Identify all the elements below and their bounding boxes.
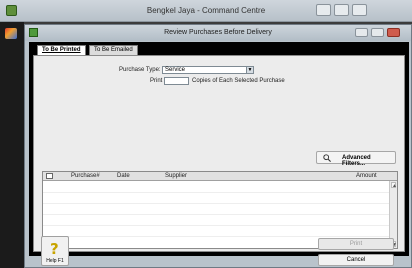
app-sidebar bbox=[0, 22, 24, 268]
close-icon[interactable] bbox=[352, 4, 367, 16]
scroll-up-icon[interactable]: ▲ bbox=[391, 182, 397, 189]
tab-to-be-emailed[interactable]: To Be Emailed bbox=[89, 45, 138, 55]
dialog-minimize-icon[interactable] bbox=[355, 28, 368, 37]
cancel-button[interactable]: Cancel bbox=[318, 254, 394, 266]
table-row-divider bbox=[43, 192, 389, 193]
column-header-purchase[interactable]: Purchase# bbox=[71, 173, 100, 179]
table-row-divider bbox=[43, 236, 389, 237]
purchase-type-label: Purchase Type: bbox=[119, 67, 161, 73]
table-row-divider bbox=[43, 203, 389, 204]
magnifier-icon bbox=[323, 154, 331, 162]
dialog-title-bar[interactable]: Review Purchases Before Delivery bbox=[25, 25, 411, 41]
dialog-title: Review Purchases Before Delivery bbox=[164, 29, 272, 36]
review-purchases-dialog: Review Purchases Before Delivery To Be P… bbox=[24, 24, 412, 268]
chevron-down-icon: ▼ bbox=[246, 67, 253, 73]
column-header-supplier[interactable]: Supplier bbox=[165, 173, 187, 179]
filter-panel: Purchase Type: Service ▼ Print Copies of… bbox=[33, 55, 405, 252]
copies-suffix: Copies of Each Selected Purchase bbox=[192, 78, 285, 84]
dialog-close-icon[interactable] bbox=[387, 28, 400, 37]
maximize-icon[interactable] bbox=[334, 4, 349, 16]
purchase-type-select[interactable]: Service ▼ bbox=[162, 66, 254, 74]
help-label: Help F1 bbox=[46, 258, 64, 264]
advanced-filters-label: Advanced Filters... bbox=[342, 155, 371, 167]
column-header-date[interactable]: Date bbox=[117, 173, 130, 179]
app-title-bar: Bengkel Jaya - Command Centre bbox=[0, 0, 412, 22]
table-header: Purchase# Date Supplier Amount bbox=[43, 172, 397, 181]
tab-to-be-printed[interactable]: To Be Printed bbox=[37, 45, 86, 55]
print-label: Print bbox=[150, 78, 163, 84]
print-copies-input[interactable] bbox=[164, 77, 189, 85]
command-centre-icon[interactable] bbox=[5, 28, 17, 39]
column-header-amount[interactable]: Amount bbox=[356, 173, 377, 179]
help-button[interactable]: ? Help F1 bbox=[41, 236, 69, 266]
advanced-filters-button[interactable]: Advanced Filters... bbox=[316, 151, 396, 167]
dialog-content: To Be Printed To Be Emailed Purchase Typ… bbox=[29, 42, 409, 256]
print-button[interactable]: Print bbox=[318, 238, 394, 250]
table-row-divider bbox=[43, 214, 389, 215]
dialog-maximize-icon[interactable] bbox=[371, 28, 384, 37]
app-title: Bengkel Jaya - Command Centre bbox=[146, 6, 266, 15]
minimize-icon[interactable] bbox=[316, 4, 331, 16]
question-mark-icon: ? bbox=[50, 240, 59, 258]
select-all-checkbox[interactable] bbox=[46, 173, 53, 179]
table-row-divider bbox=[43, 225, 389, 226]
purchase-type-value: Service bbox=[165, 67, 186, 73]
